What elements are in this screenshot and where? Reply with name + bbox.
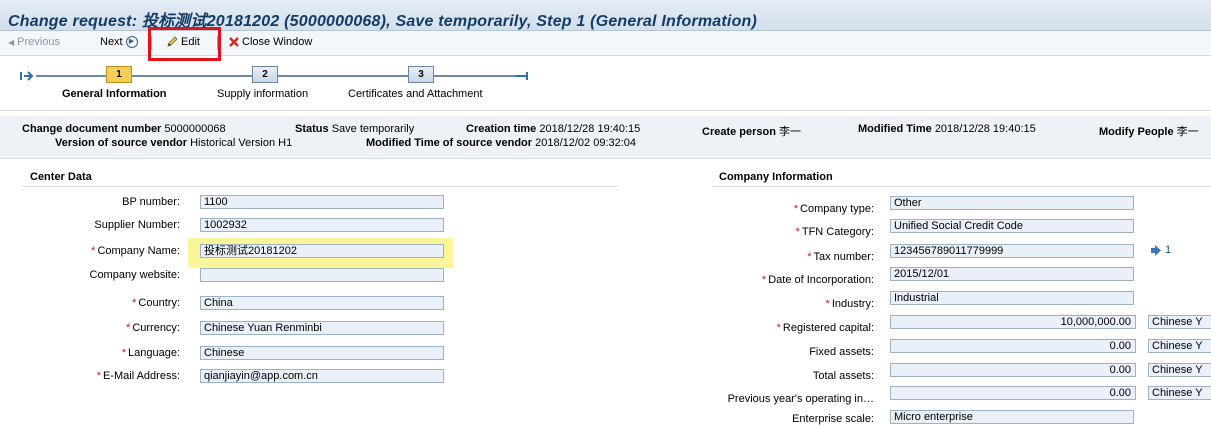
company-type-field[interactable]: Other (890, 196, 1134, 210)
roadmap-step-2[interactable]: 2 (252, 66, 278, 83)
version-value: Historical Version H1 (190, 137, 293, 149)
tax-number-label: * Tax number: (807, 251, 874, 263)
document-header: Change document number 5000000068 Status… (0, 116, 1211, 159)
roadmap-step-2-label[interactable]: Supply information (217, 88, 308, 100)
fixed-assets-label: Fixed assets: (809, 346, 874, 358)
enterprise-scale-field[interactable]: Micro enterprise (890, 410, 1134, 424)
fixed-assets-field[interactable]: 0.00 (890, 339, 1136, 353)
operating-income-currency[interactable]: Chinese Y (1148, 386, 1211, 400)
roadmap-step-1[interactable]: 1 (106, 66, 132, 83)
fixed-assets-currency[interactable]: Chinese Y (1148, 339, 1211, 353)
creation-time-label: Creation time (466, 123, 537, 135)
create-person-label: Create person (702, 126, 776, 138)
page-title: Change request: 投标测试20181202 (5000000068… (8, 13, 758, 30)
tax-number-field[interactable]: 123456789011779999 (890, 244, 1134, 258)
currency-field[interactable]: Chinese Yuan Renminbi (200, 321, 444, 335)
tfn-category-field[interactable]: Unified Social Credit Code (890, 219, 1134, 233)
section-divider (22, 186, 618, 187)
tax-info-count: 1 (1165, 244, 1172, 256)
email-label: * E-Mail Address: (96, 370, 180, 382)
creation-time-value: 2018/12/28 19:40:15 (539, 123, 641, 135)
tfn-category-label: * TFN Category: (795, 226, 874, 238)
modified-time-value: 2018/12/28 19:40:15 (934, 123, 1036, 135)
change-doc-value: 5000000068 (164, 123, 226, 135)
company-name-label: * Company Name: (91, 245, 180, 257)
tax-info-icon (1151, 244, 1161, 256)
close-icon (229, 37, 239, 47)
industry-label: * Industry: (825, 298, 874, 310)
company-website-field[interactable] (200, 268, 444, 282)
roadmap-connector (132, 75, 252, 77)
modified-source-label: Modified Time of source vendor (366, 137, 533, 149)
enterprise-scale-label: Enterprise scale: (792, 413, 874, 425)
email-field[interactable]: qianjiayin@app.com.cn (200, 369, 444, 383)
close-window-button[interactable]: Close Window (229, 36, 312, 48)
roadmap-step-1-label[interactable]: General Information (62, 88, 167, 100)
date-incorporation-field[interactable]: 2015/12/01 (890, 267, 1134, 281)
company-website-label: Company website: (89, 269, 181, 281)
create-person-value: 李一 (779, 126, 802, 138)
currency-label: * Currency: (126, 322, 180, 334)
next-label: Next (100, 36, 123, 48)
total-assets-currency[interactable]: Chinese Y (1148, 363, 1211, 377)
status-label: Status (295, 123, 329, 135)
total-assets-field[interactable]: 0.00 (890, 363, 1136, 377)
status-value: Save temporarily (331, 123, 415, 135)
bp-number-field[interactable]: 1100 (200, 195, 444, 209)
operating-income-label: Previous year's operating in… (727, 393, 874, 405)
divider (0, 110, 1211, 111)
roadmap-connector (278, 75, 408, 77)
edit-highlight-box (148, 27, 221, 61)
tax-info-link[interactable]: 1 (1150, 244, 1171, 256)
close-window-label: Close Window (242, 36, 313, 48)
modified-source-value: 2018/12/02 09:32:04 (535, 137, 637, 149)
operating-income-field[interactable]: 0.00 (890, 386, 1136, 400)
supplier-number-label: Supplier Number: (94, 219, 180, 231)
registered-capital-label: * Registered capital: (776, 322, 874, 334)
company-name-field[interactable]: 投标测试20181202 (200, 244, 444, 258)
version-label: Version of source vendor (55, 137, 188, 149)
supplier-number-field[interactable]: 1002932 (200, 218, 444, 232)
language-field[interactable]: Chinese (200, 346, 444, 360)
date-incorporation-label: * Date of Incorporation: (761, 274, 874, 286)
section-divider (712, 186, 1211, 187)
modified-time-label: Modified Time (858, 123, 932, 135)
previous-arrow-icon: ◀ (8, 37, 15, 47)
modify-people-value: 李一 (1176, 126, 1199, 138)
roadmap: 1 2 3 General Information Supply informa… (0, 57, 1211, 111)
next-button[interactable]: Next ▶ (100, 36, 138, 48)
roadmap-connector (36, 75, 106, 77)
industry-field[interactable]: Industrial (890, 291, 1134, 305)
next-arrow-icon: ▶ (125, 36, 138, 48)
change-doc-label: Change document number (22, 123, 162, 135)
company-info-title: Company Information (719, 171, 833, 183)
previous-button[interactable]: ◀ Previous (8, 36, 60, 48)
registered-capital-field[interactable]: 10,000,000.00 (890, 315, 1136, 329)
previous-label: Previous (17, 36, 60, 48)
bp-number-label: BP number: (122, 196, 180, 208)
modify-people-label: Modify People (1099, 126, 1174, 138)
roadmap-start-icon (20, 71, 34, 81)
total-assets-label: Total assets: (812, 370, 874, 382)
roadmap-step-3[interactable]: 3 (408, 66, 434, 83)
language-label: * Language: (121, 347, 180, 359)
country-label: * Country: (132, 297, 180, 309)
roadmap-connector (434, 75, 516, 77)
country-field[interactable]: China (200, 296, 444, 310)
registered-capital-currency[interactable]: Chinese Y (1148, 315, 1211, 329)
roadmap-end-icon (516, 72, 528, 80)
center-data-title: Center Data (30, 171, 92, 183)
roadmap-step-3-label[interactable]: Certificates and Attachment (348, 88, 483, 100)
company-type-label: * Company type: (793, 203, 874, 215)
